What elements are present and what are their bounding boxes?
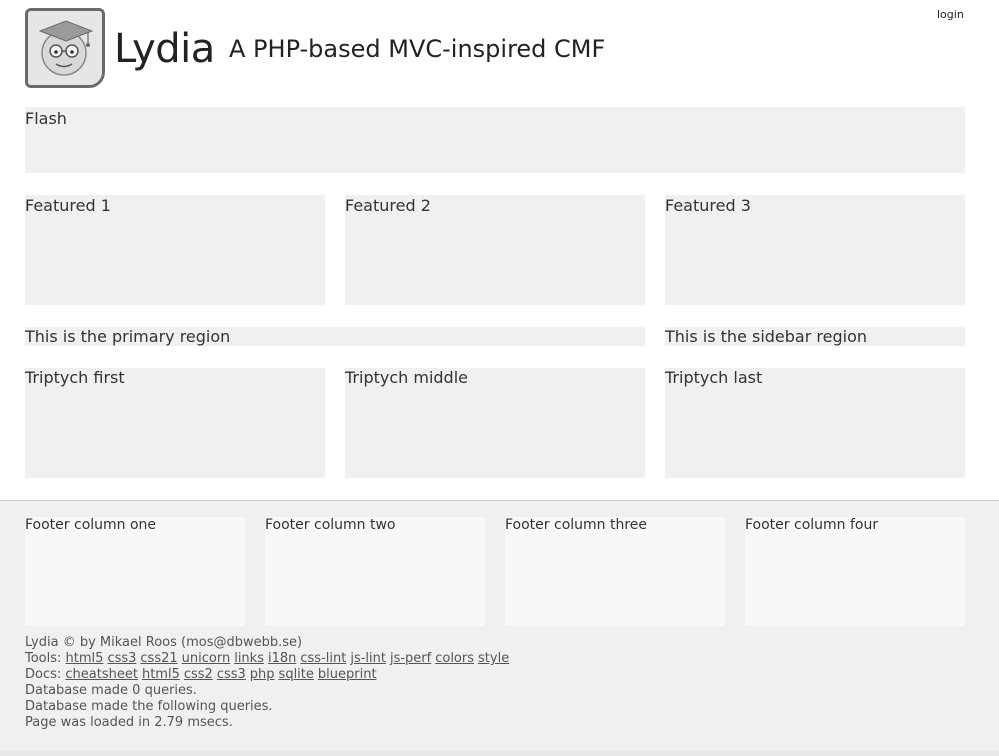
flash-label: Flash	[25, 109, 67, 128]
docs-link-sqlite[interactable]: sqlite	[279, 667, 314, 682]
tools-link-colors[interactable]: colors	[435, 651, 474, 666]
docs-prefix: Docs:	[25, 667, 62, 682]
featured-label: Featured 1	[25, 196, 111, 215]
footer-column-one: Footer column one	[25, 517, 245, 626]
footer: Footer column one Footer column two Foot…	[0, 500, 999, 756]
db-queries-text: Database made 0 queries.	[25, 683, 197, 698]
footer-column-four: Footer column four	[745, 517, 965, 626]
login-link[interactable]: login	[937, 8, 964, 21]
footer-column-label: Footer column two	[265, 517, 396, 533]
logo-mascot-icon	[28, 11, 102, 85]
triptych-first-region: Triptych first	[25, 368, 325, 478]
tools-link-html5[interactable]: html5	[66, 651, 104, 666]
footer-column-label: Footer column one	[25, 517, 157, 533]
sidebar-region: This is the sidebar region	[665, 327, 965, 346]
docs-link-cheatsheet[interactable]: cheatsheet	[65, 667, 138, 682]
docs-link-blueprint[interactable]: blueprint	[318, 667, 377, 682]
featured-label: Featured 3	[665, 196, 751, 215]
featured-label: Featured 2	[345, 196, 431, 215]
tools-link-style[interactable]: style	[478, 651, 509, 666]
docs-line: Docs: cheatsheet html5 css2 css3 php sqlite bl…	[25, 667, 513, 683]
logo[interactable]	[25, 8, 105, 88]
tools-link-unicorn[interactable]: unicorn	[182, 651, 231, 666]
primary-label: This is the primary region	[25, 327, 231, 346]
docs-link-html5[interactable]: html5	[142, 667, 180, 682]
tools-link-js-perf[interactable]: js-perf	[390, 651, 431, 666]
flash-region: Flash	[25, 107, 965, 173]
featured-region-2: Featured 2	[345, 195, 645, 305]
footer-column-two: Footer column two	[265, 517, 485, 626]
copyright-text: Lydia © by Mikael Roos (mos@dbwebb.se)	[25, 635, 303, 650]
tools-link-css3[interactable]: css3	[107, 651, 136, 666]
tools-link-css-lint[interactable]: css-lint	[300, 651, 346, 666]
featured-region-1: Featured 1	[25, 195, 325, 305]
db-following-text: Database made the following queries.	[25, 699, 273, 714]
tools-link-i18n[interactable]: i18n	[268, 651, 296, 666]
tools-line: Tools: html5 css3 css21 unicorn links i18n css…	[25, 651, 513, 667]
triptych-label: Triptych last	[665, 368, 763, 387]
tools-link-links[interactable]: links	[234, 651, 264, 666]
footer-info: Lydia © by Mikael Roos (mos@dbwebb.se) T…	[25, 635, 513, 731]
triptych-middle-region: Triptych middle	[345, 368, 645, 478]
sidebar-label: This is the sidebar region	[665, 327, 867, 346]
triptych-label: Triptych first	[25, 368, 125, 387]
footer-bottom-strip	[0, 750, 999, 756]
tools-prefix: Tools:	[25, 651, 62, 666]
docs-link-php[interactable]: php	[250, 667, 275, 682]
site-slogan: A PHP-based MVC-inspired CMF	[229, 35, 606, 63]
site-title[interactable]: Lydia	[114, 26, 215, 72]
featured-region-3: Featured 3	[665, 195, 965, 305]
footer-column-label: Footer column three	[505, 517, 648, 533]
triptych-last-region: Triptych last	[665, 368, 965, 478]
tools-link-js-lint[interactable]: js-lint	[350, 651, 386, 666]
primary-region: This is the primary region	[25, 327, 645, 346]
footer-column-three: Footer column three	[505, 517, 725, 626]
triptych-label: Triptych middle	[345, 368, 468, 387]
footer-column-label: Footer column four	[745, 517, 879, 533]
load-time-text: Page was loaded in 2.79 msecs.	[25, 715, 233, 730]
tools-link-css21[interactable]: css21	[140, 651, 177, 666]
docs-link-css3[interactable]: css3	[217, 667, 246, 682]
docs-link-css2[interactable]: css2	[184, 667, 213, 682]
